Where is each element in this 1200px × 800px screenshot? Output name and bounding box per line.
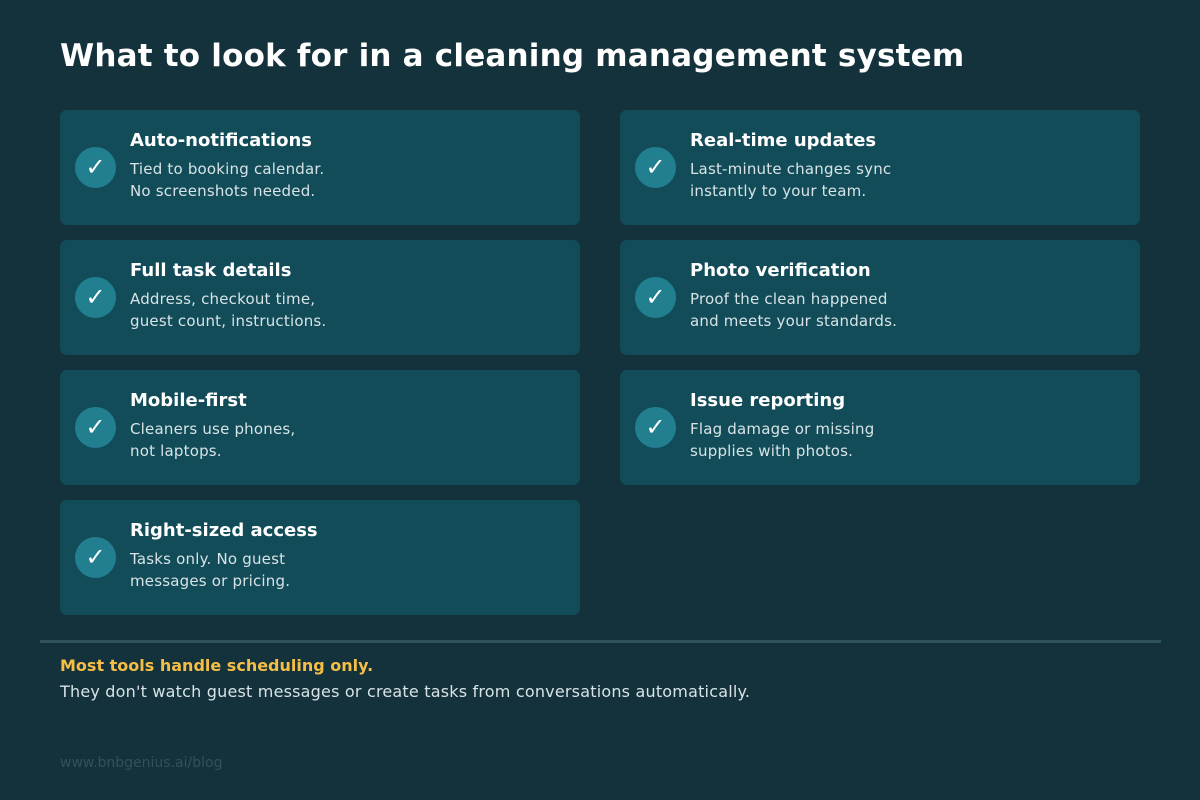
feature-title: Auto-notifications	[130, 130, 312, 151]
feature-title: Mobile-first	[130, 390, 247, 411]
feature-description-line: instantly to your team.	[690, 182, 867, 200]
footer-url: www.bnbgenius.ai/blog	[60, 755, 223, 771]
feature-title: Right-sized access	[130, 520, 318, 541]
feature-description-line: Tied to booking calendar.	[130, 160, 325, 178]
feature-card-full-task-details: ✓ Full task details Address, checkout ti…	[60, 240, 580, 355]
check-icon: ✓	[75, 277, 116, 318]
feature-description-line: messages or pricing.	[130, 572, 291, 590]
feature-description-line: Proof the clean happened	[690, 290, 888, 308]
feature-title: Issue reporting	[690, 390, 846, 411]
feature-card-issue-reporting: ✓ Issue reporting Flag damage or missing…	[620, 370, 1140, 485]
feature-description-line: No screenshots needed.	[130, 182, 316, 200]
section-divider	[40, 640, 1161, 643]
feature-description-line: guest count, instructions.	[130, 312, 327, 330]
feature-card-photo-verification: ✓ Photo verification Proof the clean hap…	[620, 240, 1140, 355]
check-icon: ✓	[635, 277, 676, 318]
feature-title: Full task details	[130, 260, 292, 281]
footer-headline: Most tools handle scheduling only.	[60, 656, 374, 675]
feature-description-line: not laptops.	[130, 442, 222, 460]
feature-description-line: Tasks only. No guest	[130, 550, 286, 568]
feature-title: Real-time updates	[690, 130, 877, 151]
feature-grid: ✓ Auto-notifications Tied to booking cal…	[0, 0, 1200, 640]
feature-card-real-time-updates: ✓ Real-time updates Last-minute changes …	[620, 110, 1140, 225]
feature-description-line: Flag damage or missing	[690, 420, 875, 438]
feature-description-line: Cleaners use phones,	[130, 420, 296, 438]
feature-description-line: and meets your standards.	[690, 312, 898, 330]
check-icon: ✓	[635, 407, 676, 448]
feature-description-line: Last-minute changes sync	[690, 160, 892, 178]
check-icon: ✓	[75, 407, 116, 448]
feature-card-mobile-first: ✓ Mobile-first Cleaners use phones, not …	[60, 370, 580, 485]
check-icon: ✓	[75, 147, 116, 188]
feature-description-line: Address, checkout time,	[130, 290, 316, 308]
feature-card-auto-notifications: ✓ Auto-notifications Tied to booking cal…	[60, 110, 580, 225]
footer-body: They don't watch guest messages or creat…	[60, 682, 751, 701]
feature-title: Photo verification	[690, 260, 871, 281]
feature-card-right-sized-access: ✓ Right-sized access Tasks only. No gues…	[60, 500, 580, 615]
check-icon: ✓	[75, 537, 116, 578]
check-icon: ✓	[635, 147, 676, 188]
feature-description-line: supplies with photos.	[690, 442, 854, 460]
